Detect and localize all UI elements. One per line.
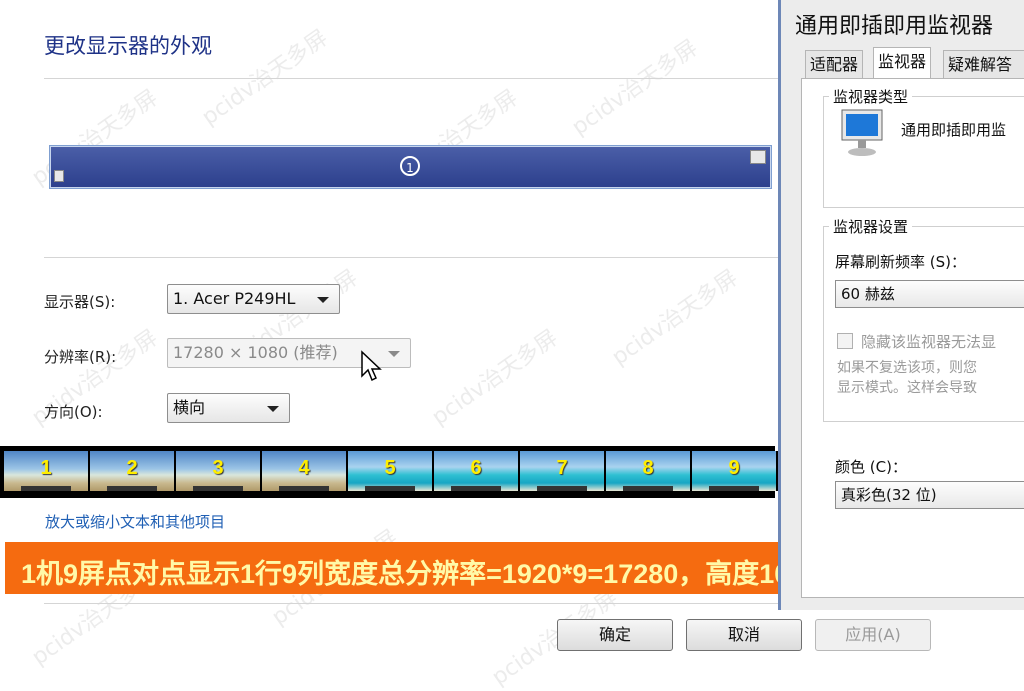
panorama-screen: 8 bbox=[606, 451, 692, 491]
screen-stand bbox=[20, 486, 72, 491]
resolution-select-value: 17280 × 1080 (推荐) bbox=[173, 343, 338, 362]
monitor-icon bbox=[841, 109, 883, 156]
tab-troubleshoot[interactable]: 疑难解答 bbox=[943, 50, 1024, 78]
mouse-cursor-icon bbox=[361, 350, 382, 382]
dialog-title: 通用即插即用监视器 bbox=[795, 14, 994, 39]
monitor-settings-group-title: 监视器设置 bbox=[829, 216, 913, 237]
screen-number: 5 bbox=[384, 457, 396, 479]
screen-number: 4 bbox=[298, 457, 310, 479]
monitor-type-group-title: 监视器类型 bbox=[829, 86, 913, 107]
hide-modes-label: 隐藏该监视器无法显 bbox=[861, 333, 997, 351]
orientation-select-value: 横向 bbox=[173, 398, 206, 417]
display-label: 显示器(S): bbox=[44, 293, 116, 311]
page-title: 更改显示器的外观 bbox=[44, 34, 212, 58]
screen-number: 6 bbox=[470, 457, 482, 479]
video-wall-panorama: 1 2 3 4 5 6 7 8 9 bbox=[0, 446, 778, 498]
screen-number: 8 bbox=[642, 457, 654, 479]
resize-handle-right[interactable] bbox=[750, 150, 766, 164]
hide-modes-desc-2: 显示模式。这样会导致 bbox=[837, 380, 977, 396]
watermark-text: pcidv治天多屏 bbox=[607, 265, 743, 371]
screen-stand bbox=[622, 486, 674, 491]
screen-stand bbox=[278, 486, 330, 491]
tab-adapter[interactable]: 适配器 bbox=[805, 50, 864, 78]
monitor-arrangement-preview[interactable]: 1 bbox=[49, 145, 772, 189]
display-select-value: 1. Acer P249HL bbox=[173, 289, 296, 308]
screen-stand bbox=[536, 486, 588, 491]
panorama-screen: 2 bbox=[90, 451, 176, 491]
color-depth-select[interactable]: 真彩色(32 位) bbox=[835, 481, 1024, 509]
chevron-down-icon bbox=[317, 297, 329, 303]
display-select[interactable]: 1. Acer P249HL bbox=[167, 284, 340, 314]
chevron-down-icon bbox=[267, 406, 279, 412]
monitor-number-badge: 1 bbox=[400, 156, 420, 176]
cancel-button[interactable]: 取消 bbox=[686, 619, 802, 651]
watermark-text: pcidv治天多屏 bbox=[197, 25, 333, 131]
panorama-screen: 6 bbox=[434, 451, 520, 491]
screen-stand bbox=[106, 486, 158, 491]
screen-number: 3 bbox=[212, 457, 224, 479]
resize-handle-left[interactable] bbox=[54, 170, 64, 182]
monitor-properties-dialog: 通用即插即用监视器 适配器 监视器 疑难解答 监视器类型 通用即插即用监 监视器… bbox=[778, 0, 1024, 610]
tab-monitor[interactable]: 监视器 bbox=[873, 47, 932, 79]
apply-button[interactable]: 应用(A) bbox=[815, 619, 931, 651]
screen-number: 9 bbox=[728, 457, 740, 479]
screen-stand bbox=[450, 486, 502, 491]
screen-number: 1 bbox=[40, 457, 52, 479]
divider bbox=[44, 603, 779, 604]
watermark-text: pcidv治天多屏 bbox=[427, 325, 563, 431]
chevron-down-icon bbox=[388, 351, 400, 357]
screen-stand bbox=[192, 486, 244, 491]
panorama-screen: 5 bbox=[348, 451, 434, 491]
screen-number: 2 bbox=[126, 457, 138, 479]
orientation-select[interactable]: 横向 bbox=[167, 393, 290, 423]
refresh-rate-label: 屏幕刷新频率 (S)： bbox=[835, 253, 966, 271]
panorama-screen: 7 bbox=[520, 451, 606, 491]
screen-stand bbox=[364, 486, 416, 491]
resize-text-link[interactable]: 放大或缩小文本和其他项目 bbox=[45, 511, 225, 532]
hide-modes-checkbox[interactable] bbox=[837, 333, 853, 349]
hide-modes-desc-1: 如果不复选该项，则您 bbox=[837, 360, 977, 376]
watermark-text: pcidv治天多屏 bbox=[567, 35, 703, 141]
caption-banner-text: 1机9屏点对点显示1行9列宽度总分辨率=1920*9=17280，高度1080 bbox=[21, 559, 820, 589]
orientation-label: 方向(O): bbox=[44, 403, 103, 421]
panorama-screen: 4 bbox=[262, 451, 348, 491]
color-label: 颜色 (C)： bbox=[835, 458, 907, 476]
resolution-label: 分辨率(R): bbox=[44, 348, 117, 366]
screen-number: 7 bbox=[556, 457, 568, 479]
refresh-rate-select[interactable]: 60 赫兹 bbox=[835, 280, 1024, 308]
panorama-screen: 1 bbox=[4, 451, 90, 491]
panorama-screen: 3 bbox=[176, 451, 262, 491]
divider bbox=[44, 78, 779, 79]
monitor-type-value: 通用即插即用监 bbox=[901, 121, 1007, 139]
panorama-screen: 9 bbox=[692, 451, 778, 491]
screen-stand bbox=[708, 486, 760, 491]
divider bbox=[44, 257, 779, 258]
ok-button[interactable]: 确定 bbox=[557, 619, 673, 651]
